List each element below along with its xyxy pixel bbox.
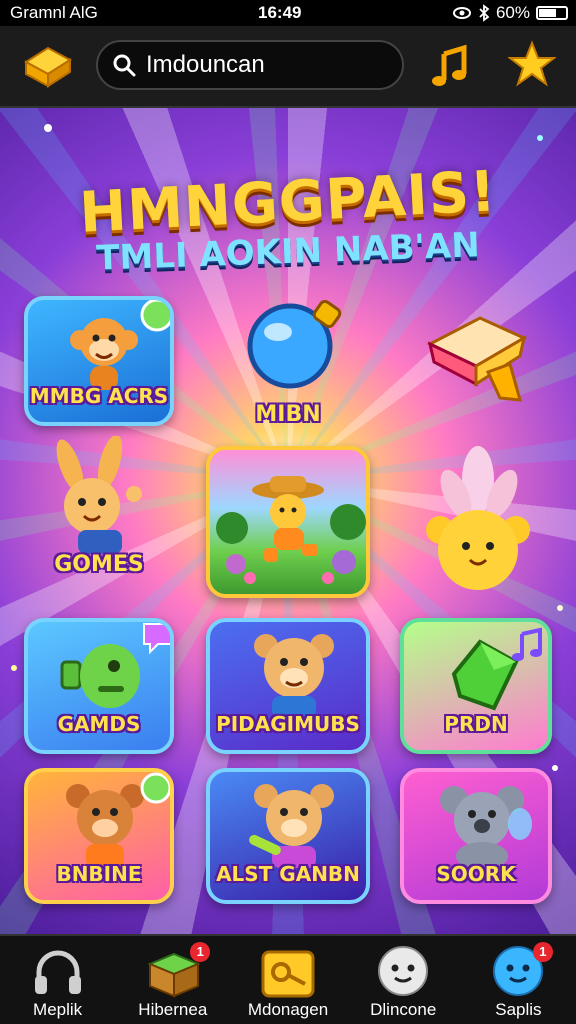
- bear-icon: [249, 784, 334, 868]
- orb-label: MIBN: [255, 402, 321, 427]
- status-right: 60%: [452, 3, 568, 23]
- headphones-icon: [34, 950, 81, 994]
- game-tile-prdn[interactable]: PRDN: [400, 618, 552, 754]
- nav-label: Mdonagen: [247, 1000, 329, 1019]
- game-tile-alst-ganbn[interactable]: ALST GANBN: [206, 768, 370, 904]
- battery-percent: 60%: [495, 3, 530, 22]
- game-tile-adventure[interactable]: [206, 446, 370, 598]
- blue-orb-icon[interactable]: [238, 294, 348, 394]
- game-tile-bnbine[interactable]: BNBINE: [24, 768, 174, 904]
- music-note-icon: [512, 627, 542, 661]
- battery-icon: [536, 6, 568, 20]
- gift-box-icon[interactable]: [420, 304, 530, 414]
- nav-item-meplik[interactable]: Meplik: [0, 936, 115, 1024]
- green-robot-icon: [60, 644, 140, 708]
- notification-badge: 1: [190, 942, 211, 962]
- search-bar[interactable]: Imdouncan: [96, 40, 404, 90]
- tile-label: PRDN: [444, 712, 508, 736]
- koala-icon: [440, 786, 532, 870]
- nav-item-saplis[interactable]: 1 Saplis: [461, 936, 576, 1024]
- golden-bear-icon[interactable]: [416, 438, 540, 598]
- tile-label: ALST GANBN: [216, 862, 360, 886]
- nav-label: Saplis: [495, 1000, 542, 1019]
- nav-item-hibernea[interactable]: 1 Hibernea: [115, 936, 230, 1024]
- hero-area: HMNGGPAIS! TMLI AOKIN NAB'AN MMBG ACRS M…: [0, 108, 576, 934]
- green-bubble-icon: [140, 772, 170, 804]
- tile-label: PIDAGIMUBS: [216, 712, 360, 736]
- bottom-nav: Meplik 1 Hibernea Mdonagen Dlincone 1 Sa…: [0, 934, 576, 1024]
- nav-label: Dlincone: [370, 1000, 437, 1019]
- bluetooth-icon: [479, 4, 490, 22]
- eye-icon: [452, 7, 471, 19]
- bear-icon: [254, 634, 334, 718]
- game-tile-mmbg-acrs[interactable]: MMBG ACRS: [24, 296, 174, 426]
- adventure-scene-icon: [216, 476, 366, 584]
- nav-label: Hibernea: [138, 1000, 208, 1019]
- game-tile-soork[interactable]: SOORK: [400, 768, 552, 904]
- key-box-icon: [261, 950, 315, 998]
- status-bar: Gramnl AlG 16:49 60%: [0, 0, 576, 26]
- notification-badge: 1: [532, 942, 553, 962]
- tile-label: MMBG ACRS: [29, 384, 169, 408]
- carrier-name: Gramnl AlG: [10, 3, 98, 22]
- green-bubble-icon: [140, 300, 170, 332]
- music-note-icon[interactable]: [430, 44, 472, 90]
- star-icon[interactable]: [508, 40, 556, 88]
- game-tile-gamds[interactable]: GAMDS: [24, 618, 174, 754]
- bunny-icon[interactable]: [30, 436, 154, 556]
- chat-bubble-icon: [143, 623, 170, 655]
- search-icon: [113, 54, 136, 77]
- nav-item-dlincone[interactable]: Dlincone: [346, 936, 461, 1024]
- status-time: 16:49: [258, 3, 302, 22]
- game-tile-pidagimubs[interactable]: PIDAGIMUBS: [206, 618, 370, 754]
- nav-item-mdonagen[interactable]: Mdonagen: [230, 936, 345, 1024]
- tile-label: SOORK: [436, 862, 516, 886]
- bunny-label: GOMES: [54, 552, 144, 577]
- search-query[interactable]: Imdouncan: [146, 51, 265, 79]
- nav-label: Meplik: [33, 1000, 83, 1019]
- tile-label: BNBINE: [56, 862, 142, 886]
- smiley-face-icon: [378, 946, 429, 996]
- battery-fill: [539, 9, 556, 17]
- top-bar: Imdouncan: [0, 26, 576, 108]
- tile-label: GAMDS: [57, 712, 141, 736]
- gold-block-icon[interactable]: [18, 40, 76, 92]
